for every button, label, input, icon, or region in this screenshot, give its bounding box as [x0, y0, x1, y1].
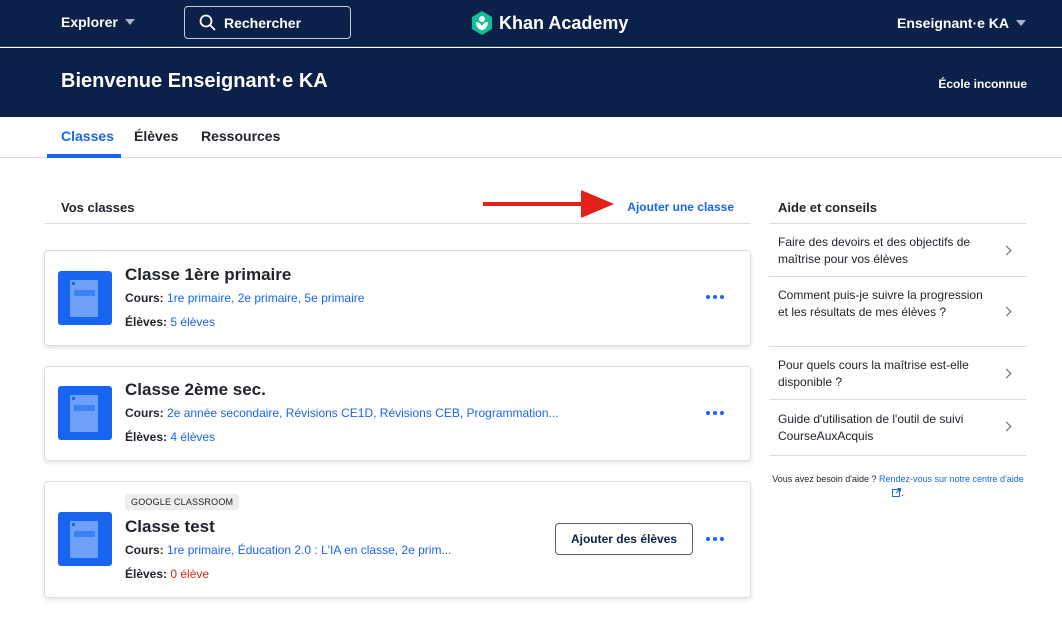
help-article-link[interactable]: Faire des devoirs et des objectifs de ma… — [778, 234, 1026, 268]
class-name[interactable]: Classe test — [125, 517, 215, 537]
tab-classes[interactable]: Classes — [61, 128, 114, 144]
welcome-header: Bienvenue Enseignant·e KA École inconnue — [0, 48, 1062, 117]
caret-down-icon — [1016, 20, 1026, 26]
help-article-link[interactable]: Comment puis-je suivre la progression et… — [778, 287, 1026, 338]
class-courses: Cours: 1re primaire, Éducation 2.0 : L'I… — [125, 543, 451, 557]
students-label: Élèves: — [125, 430, 168, 444]
help-article-label: Pour quels cours la maîtrise est-elle di… — [778, 358, 969, 389]
google-classroom-badge: GOOGLE CLASSROOM — [125, 494, 240, 510]
logo-text: Khan Academy — [499, 12, 629, 33]
explore-menu[interactable]: Explorer — [61, 14, 135, 30]
class-card[interactable]: Classe 2ème sec. Cours: 2e année seconda… — [44, 366, 751, 461]
class-icon — [58, 386, 112, 440]
active-tab-indicator — [47, 154, 121, 158]
sidebar-title: Aide et conseils — [778, 200, 877, 215]
divider — [769, 276, 1027, 277]
divider — [769, 455, 1027, 456]
students-label: Élèves: — [125, 567, 168, 581]
class-icon — [58, 512, 112, 566]
user-label: Enseignant·e KA — [896, 15, 1009, 31]
help-center-link[interactable]: Rendez-vous sur notre centre d'aide — [879, 474, 1024, 484]
students-link[interactable]: 0 élève — [170, 567, 209, 581]
help-article-link[interactable]: Guide d'utilisation de l'outil de suivi … — [778, 411, 1026, 445]
search-icon — [199, 14, 216, 31]
more-options-icon[interactable] — [706, 411, 724, 417]
add-class-link[interactable]: Ajouter une classe — [627, 200, 734, 214]
divider — [769, 223, 1027, 224]
class-name[interactable]: Classe 2ème sec. — [125, 380, 266, 400]
external-link-icon[interactable] — [892, 488, 902, 497]
khan-leaf-icon — [472, 11, 492, 35]
more-options-icon[interactable] — [706, 537, 724, 543]
help-article-label: Comment puis-je suivre la progression et… — [778, 288, 983, 319]
students-link[interactable]: 5 élèves — [170, 315, 215, 329]
class-courses: Cours: 1re primaire, 2e primaire, 5e pri… — [125, 291, 364, 305]
red-arrow-annotation — [483, 190, 614, 218]
help-article-label: Faire des devoirs et des objectifs de ma… — [778, 235, 971, 266]
chevron-right-icon — [1001, 306, 1012, 317]
class-students: Élèves: 5 élèves — [125, 315, 215, 329]
tab-students[interactable]: Élèves — [134, 128, 178, 144]
help-article-link[interactable]: Pour quels cours la maîtrise est-elle di… — [778, 357, 1026, 391]
courses-link[interactable]: 1re primaire, Éducation 2.0 : L'IA en cl… — [167, 543, 451, 557]
chevron-right-icon — [1001, 421, 1012, 432]
class-students: Élèves: 0 élève — [125, 567, 209, 581]
search-button[interactable]: Rechercher — [184, 6, 351, 39]
courses-label: Cours: — [125, 291, 164, 305]
more-options-icon[interactable] — [706, 295, 724, 301]
students-link[interactable]: 4 élèves — [170, 430, 215, 444]
help-article-label: Guide d'utilisation de l'outil de suivi … — [778, 412, 964, 443]
help-center-note: Vous avez besoin d'aide ? Rendez-vous su… — [769, 472, 1027, 500]
chevron-right-icon — [1001, 368, 1012, 379]
courses-link[interactable]: 2e année secondaire, Révisions CE1D, Rév… — [167, 406, 559, 420]
help-prefix: Vous avez besoin d'aide ? — [772, 474, 877, 484]
class-courses: Cours: 2e année secondaire, Révisions CE… — [125, 406, 559, 420]
khan-academy-logo[interactable]: Khan Academy — [471, 11, 628, 35]
add-students-button[interactable]: Ajouter des élèves — [555, 523, 693, 555]
page-title: Bienvenue Enseignant·e KA — [61, 70, 328, 92]
class-icon — [58, 271, 112, 325]
courses-link[interactable]: 1re primaire, 2e primaire, 5e primaire — [167, 291, 364, 305]
divider — [769, 346, 1027, 347]
classes-section-header: Vos classes Ajouter une classe — [44, 190, 751, 224]
divider — [769, 399, 1027, 400]
caret-down-icon — [124, 19, 135, 25]
explore-label: Explorer — [61, 14, 118, 30]
classes-section-title: Vos classes — [61, 200, 135, 215]
class-students: Élèves: 4 élèves — [125, 430, 215, 444]
search-label: Rechercher — [224, 14, 302, 31]
top-nav: Explorer Rechercher Khan Academy Enseign… — [0, 0, 1062, 47]
class-name[interactable]: Classe 1ère primaire — [125, 265, 291, 285]
user-menu[interactable]: Enseignant·e KA — [897, 15, 1026, 31]
class-card[interactable]: Classe 1ère primaire Cours: 1re primaire… — [44, 250, 751, 346]
help-suffix: . — [901, 488, 904, 498]
school-link[interactable]: École inconnue — [938, 77, 1027, 91]
chevron-right-icon — [1001, 245, 1012, 256]
courses-label: Cours: — [125, 543, 164, 557]
tab-bar: Classes Élèves Ressources — [0, 117, 1062, 158]
courses-label: Cours: — [125, 406, 164, 420]
class-card[interactable]: GOOGLE CLASSROOM Classe test Cours: 1re … — [44, 481, 751, 598]
tab-resources[interactable]: Ressources — [201, 128, 280, 144]
students-label: Élèves: — [125, 315, 168, 329]
